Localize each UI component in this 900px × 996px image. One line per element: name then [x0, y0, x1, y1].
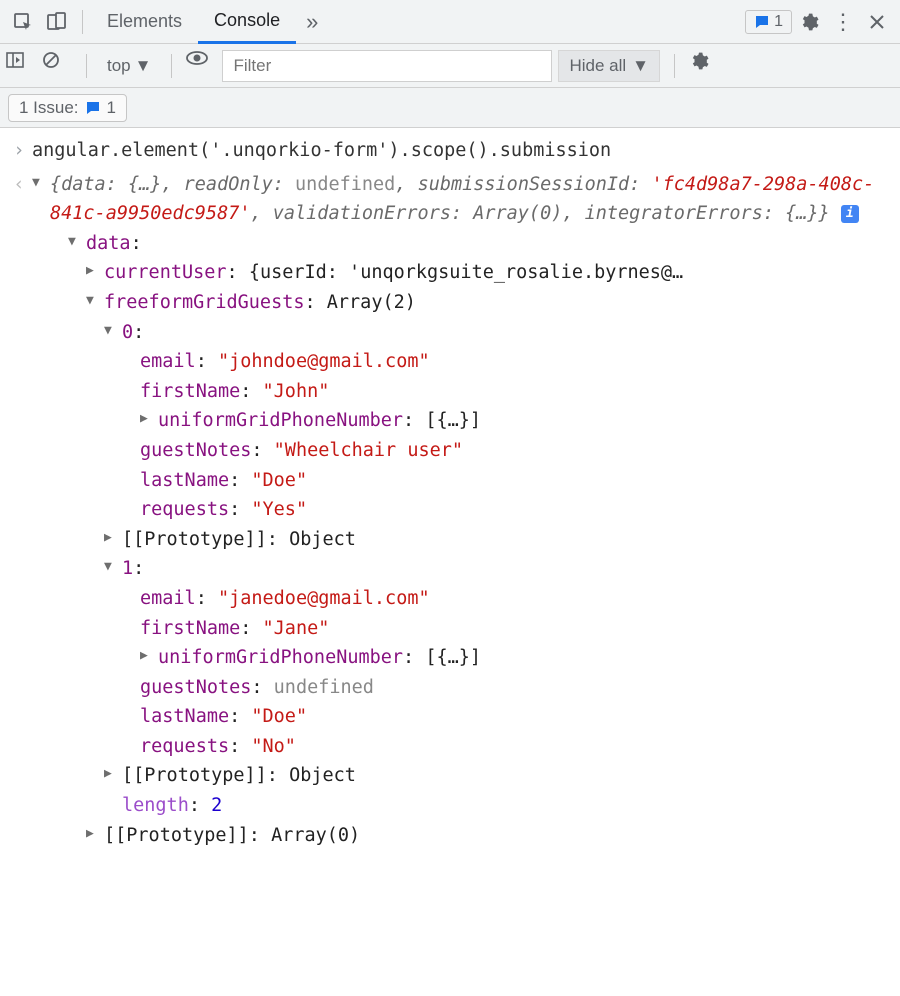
expand-caret[interactable] — [68, 232, 82, 253]
message-icon — [85, 100, 101, 116]
issues-counter[interactable]: 1 — [745, 10, 792, 34]
devtools-toolbar: Elements Console » 1 ⋮ — [0, 0, 900, 44]
log-level-selector[interactable]: Hide all ▼ — [558, 50, 660, 82]
prop-key: lastName — [140, 706, 229, 727]
prop-key: [[Prototype]] — [122, 529, 267, 550]
console-command-row[interactable]: › angular.element('.unqorkio-form').scop… — [0, 134, 900, 168]
prop-value: "No" — [251, 736, 296, 757]
summary-text: {data: {…}, readOnly: — [50, 174, 295, 195]
live-expression-icon[interactable] — [186, 51, 216, 81]
summary-readonly: undefined — [295, 174, 395, 195]
prop-value: "Doe" — [251, 470, 307, 491]
issues-count: 1 — [774, 13, 783, 31]
prop-key: data — [86, 233, 131, 254]
prop-value: "janedoe@gmail.com" — [218, 588, 430, 609]
prop-value: [{…}] — [425, 410, 481, 431]
chevron-down-icon: ▼ — [135, 56, 152, 76]
more-icon[interactable]: ⋮ — [826, 5, 860, 39]
prop-key: lastName — [140, 470, 229, 491]
expand-caret[interactable] — [86, 824, 100, 845]
expand-caret[interactable] — [104, 557, 118, 578]
prop-value: undefined — [274, 677, 374, 698]
info-icon[interactable]: i — [841, 205, 859, 223]
command-text: angular.element('.unqorkio-form').scope(… — [32, 136, 890, 166]
tab-elements[interactable]: Elements — [91, 0, 198, 44]
prop-value: {userId: 'unqorkgsuite_rosalie.byrnes@… — [249, 262, 683, 283]
clear-console-icon[interactable] — [42, 51, 72, 81]
filter-input[interactable] — [222, 50, 552, 82]
issues-label: 1 Issue: — [19, 98, 79, 118]
expand-caret[interactable] — [104, 764, 118, 785]
expand-caret[interactable] — [86, 261, 100, 282]
prop-key: guestNotes — [140, 677, 251, 698]
prop-value: [{…}] — [425, 647, 481, 668]
array-index: 0 — [122, 322, 133, 343]
prop-value: "Doe" — [251, 706, 307, 727]
device-toggle-icon[interactable] — [40, 5, 74, 39]
divider — [86, 54, 87, 78]
issues-chip-count: 1 — [107, 98, 116, 118]
console-output: › angular.element('.unqorkio-form').scop… — [0, 128, 900, 872]
prop-key: freeformGridGuests — [104, 292, 304, 313]
prop-value: "Jane" — [263, 618, 330, 639]
issues-chip[interactable]: 1 Issue: 1 — [8, 94, 127, 122]
context-label: top — [107, 56, 131, 76]
summary-text: , submissionSessionId: — [395, 174, 651, 195]
console-settings-icon[interactable] — [689, 51, 719, 81]
message-icon — [754, 14, 770, 30]
chevron-down-icon: ▼ — [632, 56, 649, 76]
prop-key: [[Prototype]] — [104, 825, 249, 846]
prop-key: length — [122, 795, 189, 816]
prop-value: "John" — [263, 381, 330, 402]
context-selector[interactable]: top ▼ — [101, 56, 157, 76]
inspect-icon[interactable] — [6, 5, 40, 39]
issues-row: 1 Issue: 1 — [0, 88, 900, 128]
prop-key: firstName — [140, 618, 240, 639]
divider — [674, 54, 675, 78]
expand-caret[interactable] — [86, 291, 100, 312]
prop-key: email — [140, 588, 196, 609]
tabs-overflow-icon[interactable]: » — [296, 9, 328, 35]
input-chevron-icon: › — [6, 136, 32, 166]
prop-key: firstName — [140, 381, 240, 402]
prop-key: [[Prototype]] — [122, 765, 267, 786]
prop-key: email — [140, 351, 196, 372]
prop-value: "Yes" — [251, 499, 307, 520]
prop-value: Object — [289, 529, 356, 550]
output-chevron-icon: ‹ — [6, 170, 32, 851]
array-index: 1 — [122, 558, 133, 579]
summary-text: , validationErrors: Array(0), integrator… — [250, 203, 829, 224]
prop-key: uniformGridPhoneNumber — [158, 647, 403, 668]
prop-value: Object — [289, 765, 356, 786]
prop-value: 2 — [211, 795, 222, 816]
console-subbar: top ▼ Hide all ▼ — [0, 44, 900, 88]
expand-caret[interactable] — [140, 646, 154, 667]
prop-key: guestNotes — [140, 440, 251, 461]
prop-value: Array(0) — [271, 825, 360, 846]
console-result-row[interactable]: ‹ {data: {…}, readOnly: undefined, submi… — [0, 168, 900, 853]
close-icon[interactable] — [860, 5, 894, 39]
expand-caret[interactable] — [140, 409, 154, 430]
expand-caret[interactable] — [104, 528, 118, 549]
sidebar-toggle-icon[interactable] — [6, 51, 36, 81]
settings-icon[interactable] — [792, 5, 826, 39]
prop-key: requests — [140, 736, 229, 757]
divider — [171, 54, 172, 78]
prop-key: currentUser — [104, 262, 227, 283]
tab-console[interactable]: Console — [198, 0, 296, 44]
prop-key: requests — [140, 499, 229, 520]
prop-key: uniformGridPhoneNumber — [158, 410, 403, 431]
divider — [82, 10, 83, 34]
prop-value: "johndoe@gmail.com" — [218, 351, 430, 372]
expand-caret[interactable] — [104, 321, 118, 342]
log-level-label: Hide all — [569, 56, 626, 76]
prop-value: Array(2) — [327, 292, 416, 313]
prop-value: "Wheelchair user" — [274, 440, 463, 461]
expand-caret[interactable] — [32, 173, 46, 194]
